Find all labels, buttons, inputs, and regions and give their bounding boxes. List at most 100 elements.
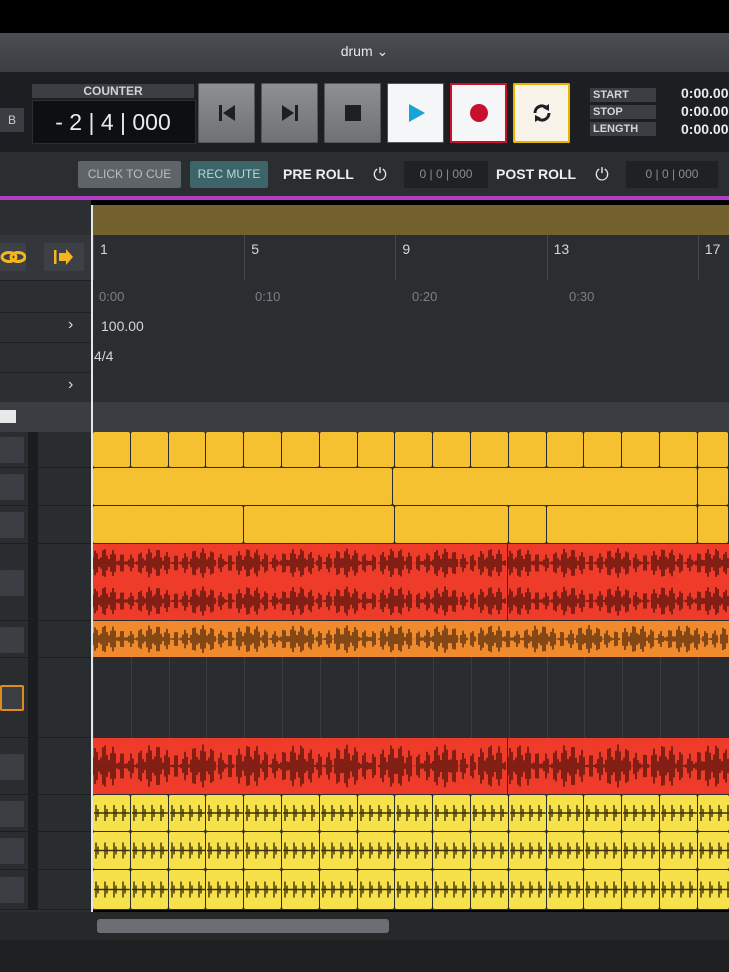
track-lane[interactable] bbox=[93, 870, 729, 909]
rec-mute-button[interactable]: REC MUTE bbox=[190, 161, 268, 188]
link-button[interactable] bbox=[0, 243, 27, 271]
audio-clip[interactable] bbox=[395, 506, 508, 543]
audio-clip[interactable] bbox=[660, 870, 697, 909]
length-value[interactable]: 0:00.00 bbox=[681, 121, 728, 137]
audio-clip[interactable] bbox=[319, 795, 357, 831]
audio-clip[interactable] bbox=[697, 832, 729, 869]
post-roll-value[interactable]: 0 | 0 | 000 bbox=[626, 161, 718, 188]
audio-clip[interactable] bbox=[282, 432, 319, 467]
audio-clip[interactable] bbox=[168, 432, 206, 467]
audio-clip[interactable] bbox=[471, 832, 508, 869]
track-header[interactable] bbox=[0, 506, 91, 544]
audio-clip[interactable] bbox=[697, 506, 728, 543]
audio-clip[interactable] bbox=[168, 870, 206, 909]
audio-clip[interactable] bbox=[206, 432, 244, 467]
audio-clip[interactable] bbox=[168, 795, 206, 831]
track-header[interactable] bbox=[0, 432, 91, 468]
audio-clip[interactable] bbox=[508, 506, 546, 543]
audio-clip[interactable] bbox=[319, 832, 357, 869]
audio-clip[interactable] bbox=[130, 795, 168, 831]
time-ruler[interactable]: 0:00 0:10 0:20 0:30 bbox=[91, 280, 729, 313]
track-header[interactable] bbox=[0, 468, 91, 506]
pre-roll-power-icon[interactable]: ⏻ bbox=[366, 162, 394, 188]
audio-clip[interactable] bbox=[508, 832, 546, 869]
marker-ruler-header[interactable]: › bbox=[0, 372, 91, 403]
audio-clip[interactable] bbox=[130, 432, 168, 467]
audio-clip[interactable] bbox=[546, 795, 584, 831]
audio-clip[interactable] bbox=[433, 832, 470, 869]
audio-clip[interactable] bbox=[93, 738, 507, 794]
left-chip[interactable]: B bbox=[0, 108, 24, 132]
audio-clip[interactable] bbox=[93, 432, 130, 467]
audio-clip[interactable] bbox=[660, 432, 697, 467]
track-header[interactable] bbox=[0, 658, 91, 738]
track-icon[interactable] bbox=[0, 512, 24, 538]
scrollbar-thumb[interactable] bbox=[97, 919, 389, 933]
audio-clip[interactable] bbox=[244, 832, 281, 869]
audio-clip[interactable] bbox=[433, 795, 470, 831]
stop-value[interactable]: 0:00.00 bbox=[681, 103, 728, 119]
audio-clip[interactable] bbox=[357, 795, 395, 831]
time-signature-value[interactable]: 4/4 bbox=[94, 348, 113, 364]
audio-clip[interactable] bbox=[584, 870, 622, 909]
audio-clip[interactable] bbox=[393, 468, 697, 505]
audio-clip[interactable] bbox=[206, 795, 244, 831]
audio-clip[interactable] bbox=[93, 621, 729, 657]
audio-clip[interactable] bbox=[357, 832, 395, 869]
audio-clip[interactable] bbox=[93, 506, 244, 543]
audio-clip[interactable] bbox=[546, 832, 584, 869]
audio-clip[interactable] bbox=[697, 432, 728, 467]
audio-clip[interactable] bbox=[507, 544, 729, 620]
audio-clip[interactable] bbox=[584, 795, 622, 831]
track-icon[interactable] bbox=[0, 437, 24, 463]
record-button[interactable] bbox=[450, 83, 507, 143]
audio-clip[interactable] bbox=[93, 544, 507, 620]
audio-clip[interactable] bbox=[697, 468, 728, 505]
audio-clip[interactable] bbox=[433, 870, 470, 909]
audio-clip[interactable] bbox=[206, 832, 244, 869]
counter-display[interactable]: - 2 | 4 | 000 bbox=[32, 100, 196, 144]
track-icon[interactable] bbox=[0, 685, 24, 711]
track-header[interactable] bbox=[0, 795, 91, 832]
loop-button[interactable] bbox=[513, 83, 570, 143]
audio-clip[interactable] bbox=[168, 832, 206, 869]
audio-clip[interactable] bbox=[357, 870, 395, 909]
audio-clip[interactable] bbox=[130, 870, 168, 909]
track-header[interactable] bbox=[0, 738, 91, 795]
audio-clip[interactable] bbox=[319, 870, 357, 909]
track-header[interactable] bbox=[0, 544, 91, 621]
start-value[interactable]: 0:00.00 bbox=[681, 85, 728, 101]
audio-clip[interactable] bbox=[622, 432, 659, 467]
track-header[interactable] bbox=[0, 621, 91, 658]
audio-clip[interactable] bbox=[546, 870, 584, 909]
audio-clip[interactable] bbox=[282, 832, 319, 869]
tempo-ruler-header[interactable]: › bbox=[0, 312, 91, 343]
audio-clip[interactable] bbox=[546, 506, 697, 543]
audio-clip[interactable] bbox=[395, 432, 433, 467]
audio-clip[interactable] bbox=[508, 795, 546, 831]
audio-clip[interactable] bbox=[130, 832, 168, 869]
window-title[interactable]: drum ⌄ bbox=[0, 33, 729, 72]
track-lane[interactable] bbox=[93, 738, 729, 794]
track-icon[interactable] bbox=[0, 474, 24, 500]
audio-clip[interactable] bbox=[622, 832, 659, 869]
audio-clip[interactable] bbox=[697, 795, 729, 831]
audio-clip[interactable] bbox=[660, 795, 697, 831]
tempo-ruler[interactable]: 100.00 bbox=[91, 312, 729, 343]
click-to-cue-button[interactable]: CLICK TO CUE bbox=[78, 161, 181, 188]
audio-clip[interactable] bbox=[471, 432, 508, 467]
audio-clip[interactable] bbox=[508, 870, 546, 909]
audio-clip[interactable] bbox=[508, 432, 546, 467]
track-lane[interactable] bbox=[93, 544, 729, 620]
audio-clip[interactable] bbox=[660, 832, 697, 869]
audio-clip[interactable] bbox=[622, 870, 659, 909]
audio-clip[interactable] bbox=[697, 870, 729, 909]
audio-clip[interactable] bbox=[206, 870, 244, 909]
audio-clip[interactable] bbox=[546, 432, 584, 467]
post-roll-power-icon[interactable]: ⏻ bbox=[588, 162, 616, 188]
audio-clip[interactable] bbox=[584, 832, 622, 869]
audio-clip[interactable] bbox=[584, 432, 622, 467]
audio-clip[interactable] bbox=[244, 432, 281, 467]
audio-clip[interactable] bbox=[244, 506, 395, 543]
audio-clip[interactable] bbox=[93, 795, 130, 831]
